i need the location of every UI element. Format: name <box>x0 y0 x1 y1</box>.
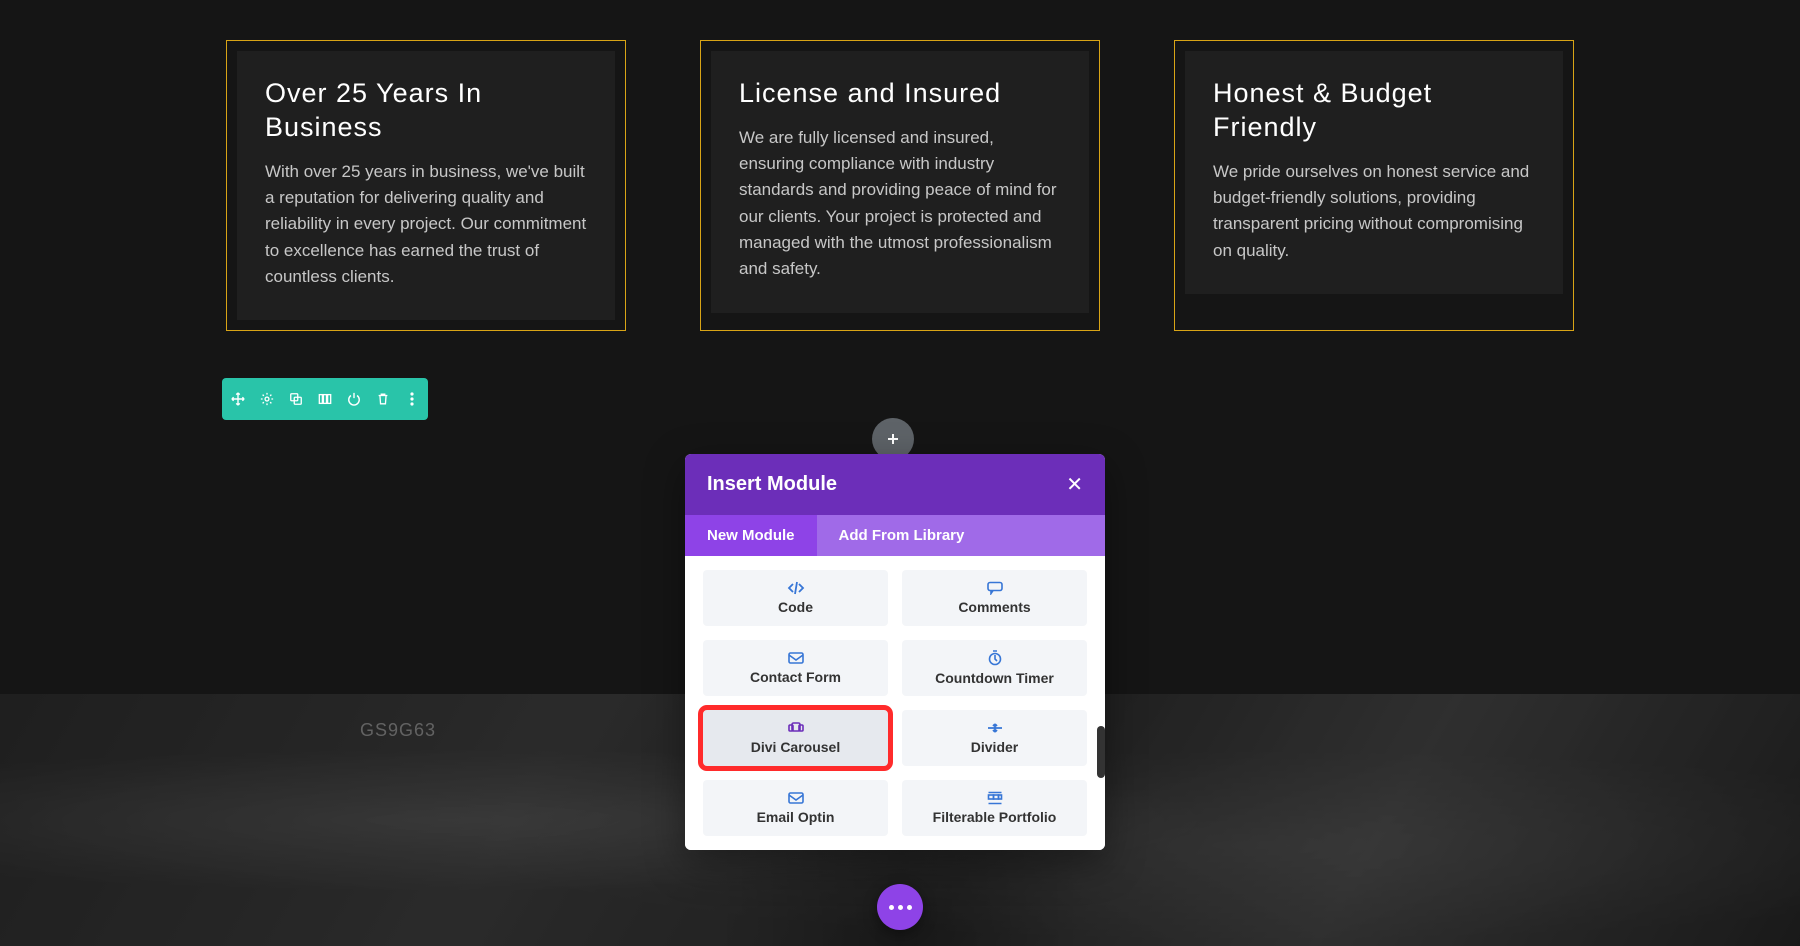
grid-icon <box>987 791 1003 805</box>
feature-card: License and Insured We are fully license… <box>700 40 1100 331</box>
module-divider[interactable]: Divider <box>902 710 1087 766</box>
feature-card: Honest & Budget Friendly We pride oursel… <box>1174 40 1574 331</box>
module-grid: Code Comments Contact Form Countdown Tim… <box>685 556 1105 850</box>
tab-add-from-library[interactable]: Add From Library <box>817 515 1105 556</box>
timer-icon <box>987 650 1003 666</box>
module-divi-carousel[interactable]: Divi Carousel <box>703 710 888 766</box>
card-body: With over 25 years in business, we've bu… <box>265 159 587 291</box>
carousel-icon <box>787 721 805 735</box>
columns-icon[interactable] <box>317 391 333 407</box>
envelope-icon <box>787 651 805 665</box>
gear-icon[interactable] <box>259 391 275 407</box>
module-label: Contact Form <box>750 669 841 685</box>
bg-equipment-label: GS9G63 <box>360 720 436 741</box>
module-countdown-timer[interactable]: Countdown Timer <box>902 640 1087 696</box>
module-comments[interactable]: Comments <box>902 570 1087 626</box>
modal-header: Insert Module ✕ <box>685 454 1105 515</box>
dot-icon <box>889 905 894 910</box>
feature-card: Over 25 Years In Business With over 25 y… <box>226 40 626 331</box>
close-icon[interactable]: ✕ <box>1066 472 1083 497</box>
insert-module-modal: Insert Module ✕ New Module Add From Libr… <box>685 454 1105 850</box>
builder-fab[interactable] <box>877 884 923 930</box>
card-body: We are fully licensed and insured, ensur… <box>739 125 1061 283</box>
comments-icon <box>986 581 1004 595</box>
module-label: Comments <box>958 599 1030 615</box>
module-label: Divi Carousel <box>751 739 840 755</box>
feature-cards-row: Over 25 Years In Business With over 25 y… <box>0 0 1800 331</box>
modal-title: Insert Module <box>707 473 837 496</box>
module-label: Countdown Timer <box>935 670 1054 686</box>
power-icon[interactable] <box>346 391 362 407</box>
module-label: Code <box>778 599 813 615</box>
dot-icon <box>898 905 903 910</box>
card-title: License and Insured <box>739 77 1061 111</box>
code-icon <box>787 581 805 595</box>
module-code[interactable]: Code <box>703 570 888 626</box>
divider-icon <box>986 721 1004 735</box>
card-title: Over 25 Years In Business <box>265 77 587 145</box>
module-filterable-portfolio[interactable]: Filterable Portfolio <box>902 780 1087 836</box>
module-email-optin[interactable]: Email Optin <box>703 780 888 836</box>
scrollbar-thumb[interactable] <box>1097 726 1105 778</box>
modal-tabs: New Module Add From Library <box>685 515 1105 556</box>
module-label: Filterable Portfolio <box>933 809 1057 825</box>
module-contact-form[interactable]: Contact Form <box>703 640 888 696</box>
more-icon[interactable] <box>404 391 420 407</box>
tab-new-module[interactable]: New Module <box>685 515 817 556</box>
module-label: Email Optin <box>757 809 835 825</box>
row-toolbar <box>222 378 428 420</box>
duplicate-icon[interactable] <box>288 391 304 407</box>
dot-icon <box>907 905 912 910</box>
envelope-icon <box>787 791 805 805</box>
module-label: Divider <box>971 739 1018 755</box>
trash-icon[interactable] <box>375 391 391 407</box>
card-title: Honest & Budget Friendly <box>1213 77 1535 145</box>
card-body: We pride ourselves on honest service and… <box>1213 159 1535 264</box>
move-icon[interactable] <box>230 391 246 407</box>
